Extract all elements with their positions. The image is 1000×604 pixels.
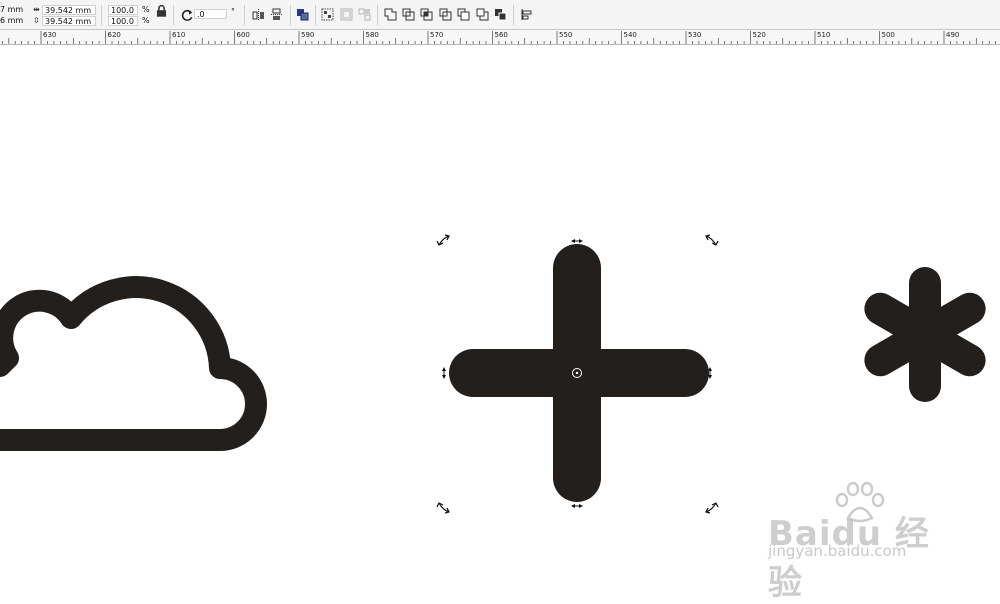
- rotate-handle-bottom-left[interactable]: [436, 502, 450, 514]
- cloud-shape[interactable]: [0, 276, 267, 451]
- skew-handle-left[interactable]: [442, 367, 446, 379]
- plus-shape[interactable]: [449, 244, 709, 502]
- rotate-handle-bottom-right[interactable]: [705, 502, 719, 514]
- skew-handle-top[interactable]: [571, 239, 583, 243]
- rotate-handle-top-left[interactable]: [436, 234, 450, 246]
- asterisk-shape[interactable]: [864, 267, 986, 402]
- rotate-handle-top-right[interactable]: [705, 234, 719, 246]
- baidu-watermark: Baidu 经验 jingyan.baidu.com: [760, 480, 960, 603]
- watermark-url: jingyan.baidu.com: [768, 542, 907, 560]
- skew-handle-bottom[interactable]: [571, 504, 583, 508]
